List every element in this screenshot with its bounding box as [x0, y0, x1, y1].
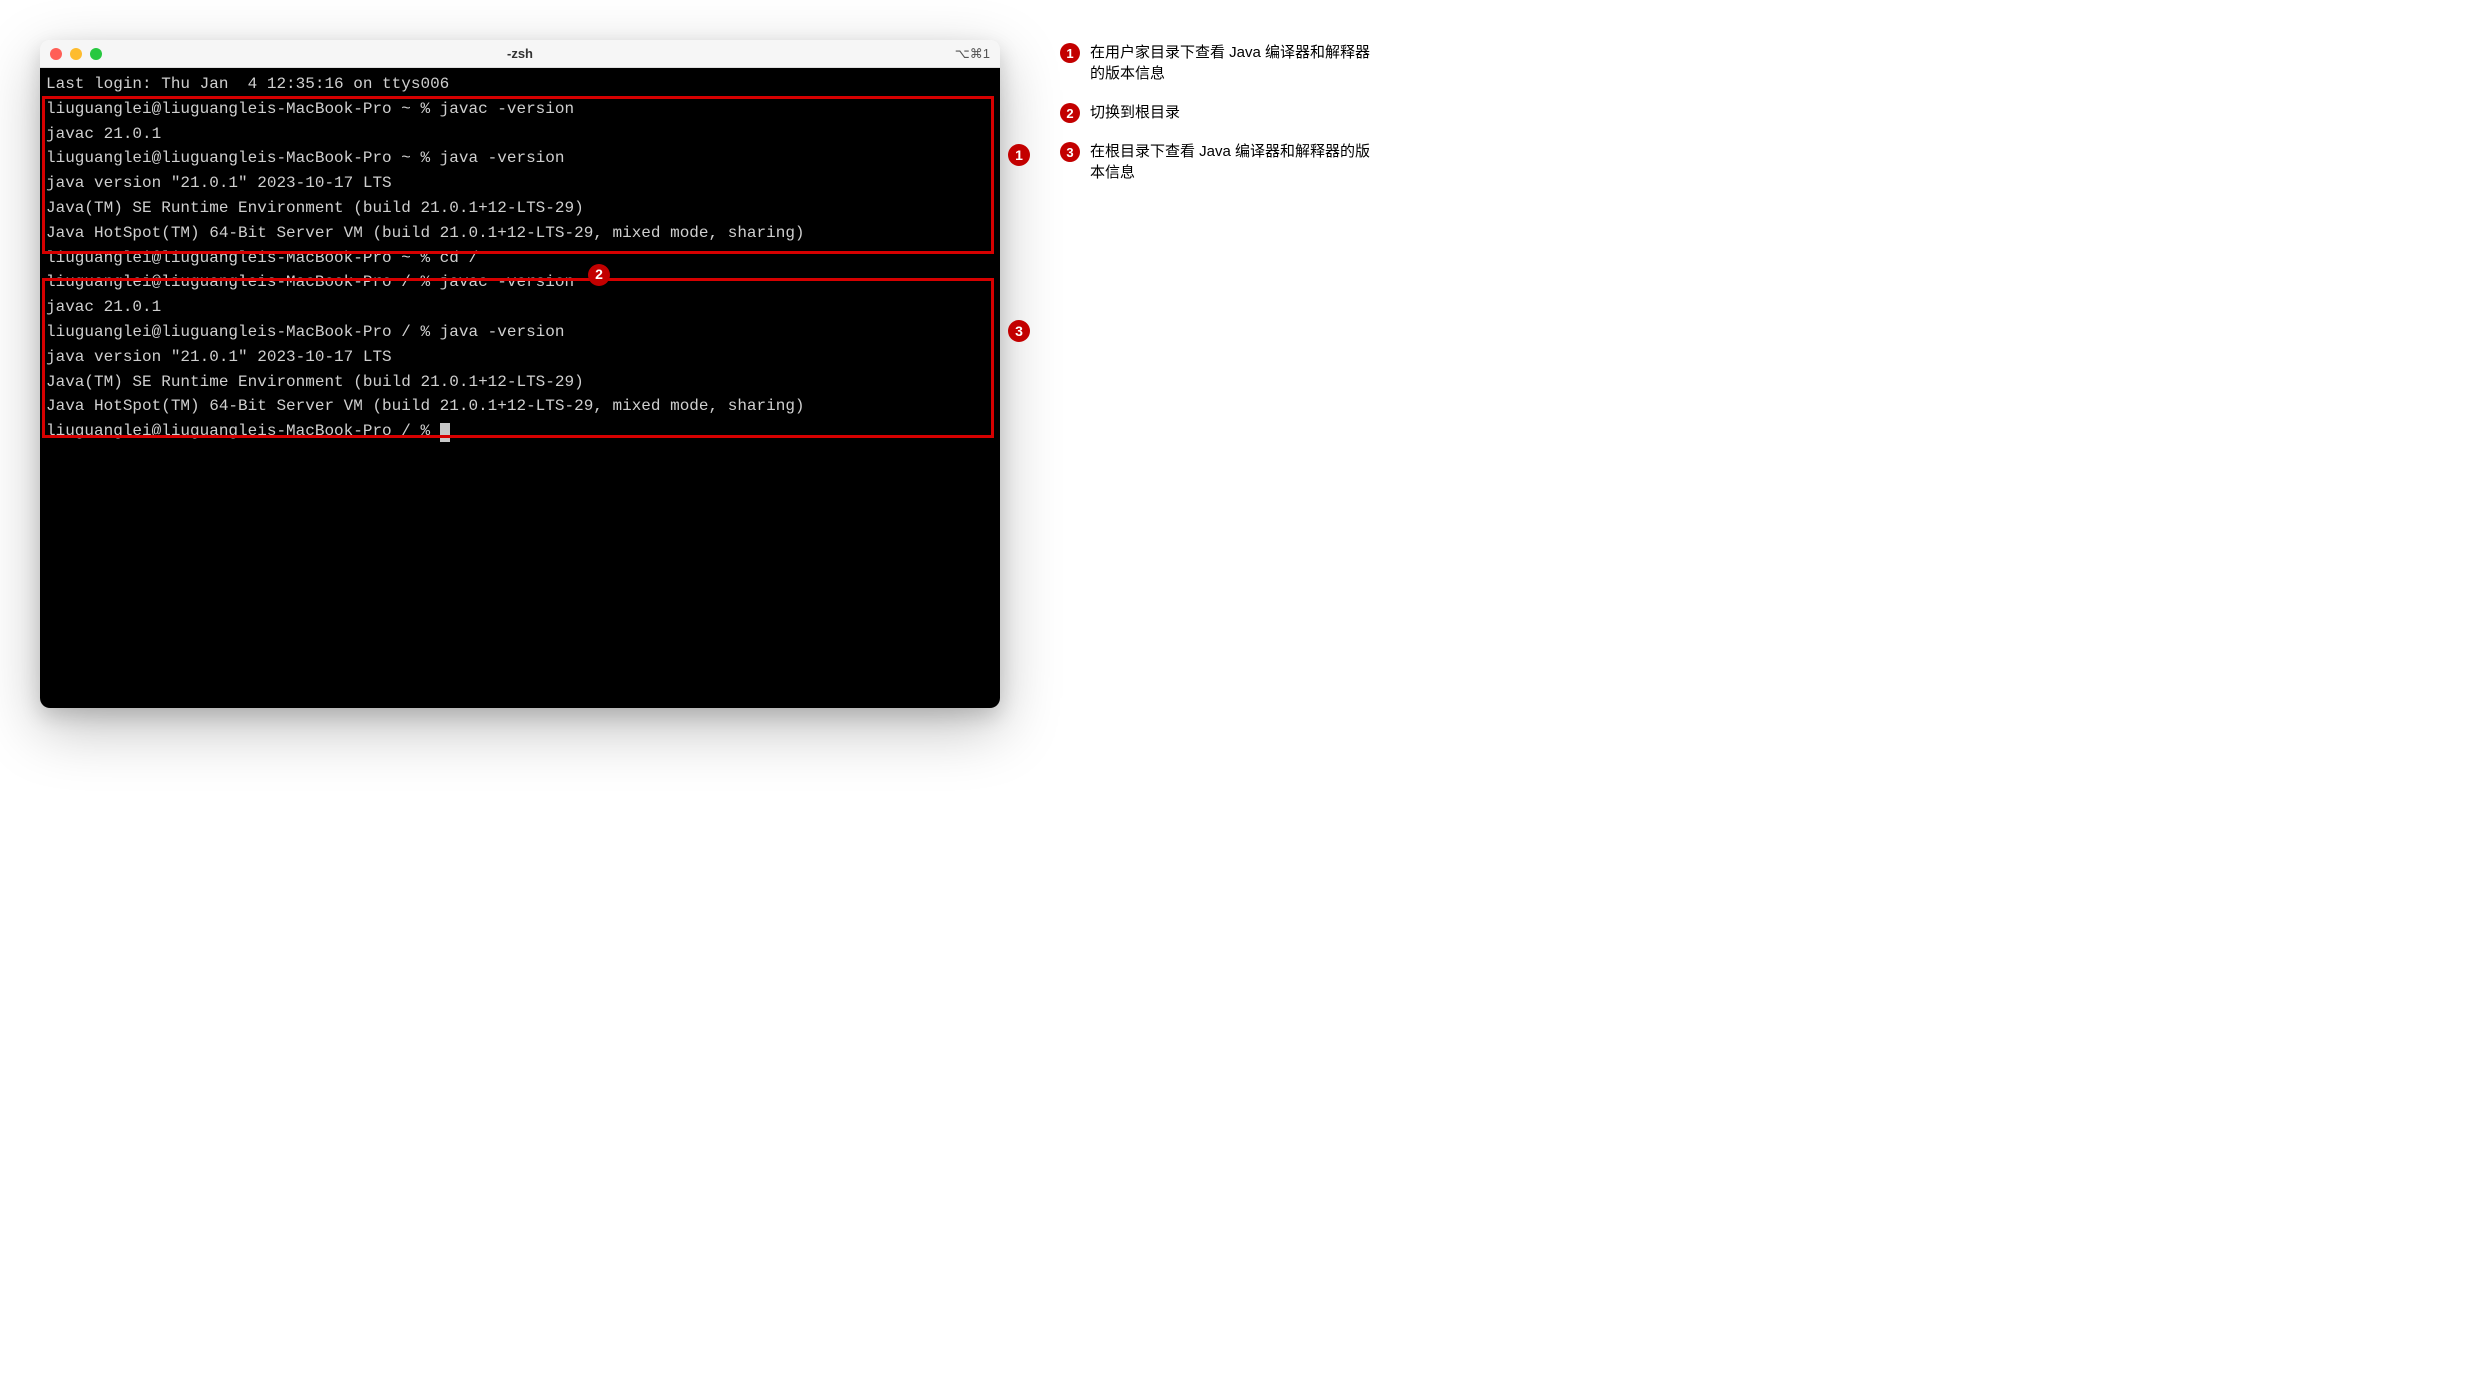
- terminal-line: javac 21.0.1: [46, 295, 994, 320]
- annotation-list: 1 在用户家目录下查看 Java 编译器和解释器的版本信息 2 切换到根目录 3…: [1060, 40, 1380, 183]
- terminal-line: liuguanglei@liuguangleis-MacBook-Pro ~ %…: [46, 97, 994, 122]
- annotation-badge: 3: [1060, 142, 1080, 162]
- shortcut-hint: ⌥⌘1: [955, 46, 990, 62]
- annotation-item: 1 在用户家目录下查看 Java 编译器和解释器的版本信息: [1060, 42, 1380, 84]
- callout-badge-1: 1: [1008, 144, 1030, 166]
- annotation-badge: 2: [1060, 103, 1080, 123]
- terminal-line: java version "21.0.1" 2023-10-17 LTS: [46, 171, 994, 196]
- titlebar: -zsh ⌥⌘1: [40, 40, 1000, 68]
- annotation-text: 在根目录下查看 Java 编译器和解释器的版本信息: [1090, 141, 1380, 183]
- terminal-line: liuguanglei@liuguangleis-MacBook-Pro ~ %…: [46, 146, 994, 171]
- traffic-lights: [50, 48, 102, 60]
- annotation-text: 在用户家目录下查看 Java 编译器和解释器的版本信息: [1090, 42, 1380, 84]
- terminal-line: javac 21.0.1: [46, 122, 994, 147]
- terminal-window-wrapper: -zsh ⌥⌘1 Last login: Thu Jan 4 12:35:16 …: [40, 40, 1000, 708]
- minimize-icon[interactable]: [70, 48, 82, 60]
- annotation-text: 切换到根目录: [1090, 102, 1180, 123]
- terminal-line: Java HotSpot(TM) 64-Bit Server VM (build…: [46, 221, 994, 246]
- terminal-line: Java HotSpot(TM) 64-Bit Server VM (build…: [46, 394, 994, 419]
- terminal-prompt-line: liuguanglei@liuguangleis-MacBook-Pro / %: [46, 419, 994, 444]
- terminal-line: liuguanglei@liuguangleis-MacBook-Pro / %…: [46, 320, 994, 345]
- terminal-line: Java(TM) SE Runtime Environment (build 2…: [46, 370, 994, 395]
- window-title: -zsh: [507, 46, 533, 61]
- callout-badge-3: 3: [1008, 320, 1030, 342]
- terminal-window: -zsh ⌥⌘1 Last login: Thu Jan 4 12:35:16 …: [40, 40, 1000, 708]
- terminal-prompt: liuguanglei@liuguangleis-MacBook-Pro / %: [46, 422, 440, 440]
- cursor-icon: [440, 423, 450, 442]
- terminal-line: Java(TM) SE Runtime Environment (build 2…: [46, 196, 994, 221]
- terminal-line: liuguanglei@liuguangleis-MacBook-Pro ~ %…: [46, 246, 994, 271]
- terminal-line: Last login: Thu Jan 4 12:35:16 on ttys00…: [46, 72, 994, 97]
- annotation-badge: 1: [1060, 43, 1080, 63]
- annotation-item: 2 切换到根目录: [1060, 102, 1380, 123]
- terminal-body[interactable]: Last login: Thu Jan 4 12:35:16 on ttys00…: [40, 68, 1000, 708]
- terminal-line: java version "21.0.1" 2023-10-17 LTS: [46, 345, 994, 370]
- annotation-item: 3 在根目录下查看 Java 编译器和解释器的版本信息: [1060, 141, 1380, 183]
- terminal-line: liuguanglei@liuguangleis-MacBook-Pro / %…: [46, 270, 994, 295]
- maximize-icon[interactable]: [90, 48, 102, 60]
- close-icon[interactable]: [50, 48, 62, 60]
